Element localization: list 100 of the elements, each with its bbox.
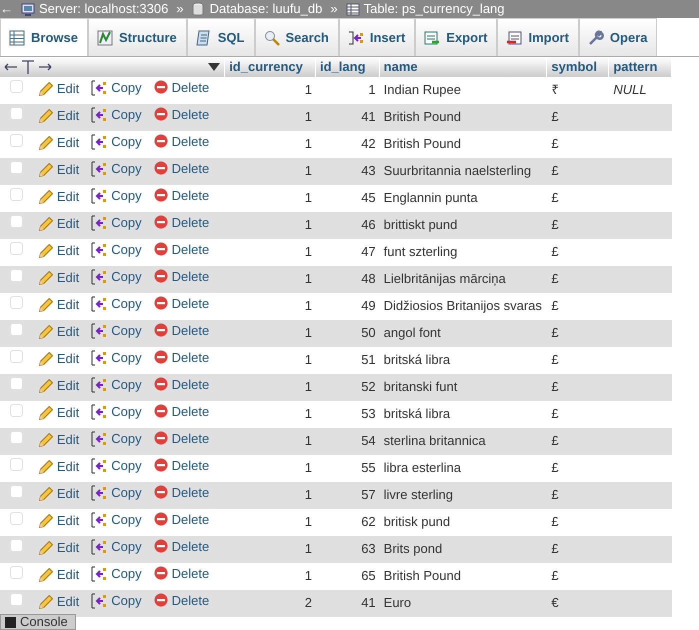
copy-link[interactable]: Copy <box>111 267 142 287</box>
edit-link[interactable]: Edit <box>56 484 80 504</box>
row-checkbox[interactable] <box>10 485 23 498</box>
row-checkbox[interactable] <box>10 134 23 148</box>
copy-link[interactable]: Copy <box>111 105 142 125</box>
copy-link[interactable]: Copy <box>111 591 142 611</box>
delete-link[interactable]: Delete <box>172 537 210 557</box>
delete-link[interactable]: Delete <box>172 294 210 314</box>
tab[interactable]: Opera <box>578 18 658 56</box>
copy-link[interactable]: Copy <box>111 510 142 530</box>
tab[interactable]: Insert <box>338 18 416 56</box>
edit-link[interactable]: Edit <box>56 187 80 207</box>
delete-link[interactable]: Delete <box>172 78 210 98</box>
delete-link[interactable]: Delete <box>172 105 210 125</box>
delete-link[interactable]: Delete <box>172 510 210 530</box>
row-checkbox[interactable] <box>10 566 23 580</box>
copy-link[interactable]: Copy <box>111 483 142 503</box>
tab[interactable]: Search <box>254 18 339 56</box>
column-header[interactable]: id_currency <box>225 57 316 76</box>
delete-link[interactable]: Delete <box>172 456 210 476</box>
table-cell: £ <box>551 487 559 502</box>
breadcrumb-link[interactable]: Server: localhost:3306 <box>39 1 168 17</box>
copy-link[interactable]: Copy <box>111 402 142 422</box>
edit-link[interactable]: Edit <box>56 268 80 288</box>
row-checkbox[interactable] <box>10 80 23 94</box>
edit-link[interactable]: Edit <box>56 322 80 342</box>
copy-link[interactable]: Copy <box>111 78 142 98</box>
copy-link[interactable]: Copy <box>111 186 142 206</box>
edit-link[interactable]: Edit <box>56 457 80 477</box>
edit-link[interactable]: Edit <box>56 295 80 315</box>
delete-link[interactable]: Delete <box>172 564 210 584</box>
tab[interactable]: Structure <box>88 18 187 56</box>
edit-link[interactable]: Edit <box>56 430 80 450</box>
edit-link[interactable]: Edit <box>56 106 80 126</box>
delete-link[interactable]: Delete <box>172 402 210 422</box>
back-arrow[interactable]: ← <box>0 1 13 17</box>
console-tab[interactable]: Console <box>0 614 76 630</box>
copy-link[interactable]: Copy <box>111 321 142 341</box>
edit-link[interactable]: Edit <box>56 565 80 585</box>
row-checkbox[interactable] <box>10 161 23 174</box>
row-checkbox[interactable] <box>10 215 23 228</box>
copy-link[interactable]: Copy <box>111 132 142 152</box>
edit-link[interactable]: Edit <box>56 214 80 234</box>
edit-link[interactable]: Edit <box>56 511 80 531</box>
copy-link[interactable]: Copy <box>111 429 142 449</box>
delete-link[interactable]: Delete <box>172 213 210 233</box>
delete-link[interactable]: Delete <box>172 240 210 260</box>
row-checkbox[interactable] <box>10 242 23 256</box>
column-header[interactable]: symbol <box>547 57 610 76</box>
delete-link[interactable]: Delete <box>172 483 210 503</box>
copy-link[interactable]: Copy <box>111 159 142 179</box>
edit-link[interactable]: Edit <box>56 592 80 612</box>
delete-link[interactable]: Delete <box>172 321 210 341</box>
delete-link[interactable]: Delete <box>172 348 210 368</box>
column-header[interactable]: id_lang <box>316 57 380 76</box>
edit-link[interactable]: Edit <box>56 538 80 558</box>
delete-link[interactable]: Delete <box>172 267 210 287</box>
row-checkbox[interactable] <box>10 296 23 310</box>
edit-link[interactable]: Edit <box>56 241 80 261</box>
delete-link[interactable]: Delete <box>172 591 210 611</box>
copy-link[interactable]: Copy <box>111 294 142 314</box>
copy-link[interactable]: Copy <box>111 564 142 584</box>
row-checkbox[interactable] <box>10 350 23 364</box>
delete-link[interactable]: Delete <box>172 159 210 179</box>
breadcrumb-link[interactable]: Table: ps_currency_lang <box>364 1 505 17</box>
table-cell: britanski funt <box>384 379 458 394</box>
row-checkbox[interactable] <box>10 593 23 606</box>
tab[interactable]: Browse <box>0 18 88 56</box>
row-checkbox[interactable] <box>10 404 23 418</box>
copy-link[interactable]: Copy <box>111 240 142 260</box>
breadcrumb-link[interactable]: Database: luufu_db <box>210 1 322 17</box>
tab[interactable]: SQL <box>186 18 254 56</box>
row-checkbox[interactable] <box>10 539 23 552</box>
delete-link[interactable]: Delete <box>172 186 210 206</box>
delete-link[interactable]: Delete <box>172 375 210 395</box>
edit-link[interactable]: Edit <box>56 79 80 99</box>
tab[interactable]: Import <box>497 18 579 56</box>
copy-link[interactable]: Copy <box>111 537 142 557</box>
row-checkbox[interactable] <box>10 431 23 444</box>
row-checkbox[interactable] <box>10 458 23 472</box>
row-checkbox[interactable] <box>10 323 23 336</box>
copy-link[interactable]: Copy <box>111 348 142 368</box>
copy-link[interactable]: Copy <box>111 456 142 476</box>
row-checkbox[interactable] <box>10 107 23 120</box>
row-checkbox[interactable] <box>10 377 23 390</box>
column-header[interactable]: name <box>380 57 548 76</box>
edit-link[interactable]: Edit <box>56 349 80 369</box>
row-checkbox[interactable] <box>10 269 23 282</box>
tab[interactable]: Export <box>415 18 498 56</box>
edit-link[interactable]: Edit <box>56 403 80 423</box>
edit-link[interactable]: Edit <box>56 133 80 153</box>
row-checkbox[interactable] <box>10 188 23 202</box>
copy-link[interactable]: Copy <box>111 375 142 395</box>
delete-link[interactable]: Delete <box>172 429 210 449</box>
row-checkbox[interactable] <box>10 512 23 526</box>
copy-link[interactable]: Copy <box>111 213 142 233</box>
edit-link[interactable]: Edit <box>56 376 80 396</box>
column-header[interactable]: pattern <box>609 57 672 76</box>
edit-link[interactable]: Edit <box>56 160 80 180</box>
delete-link[interactable]: Delete <box>172 132 210 152</box>
